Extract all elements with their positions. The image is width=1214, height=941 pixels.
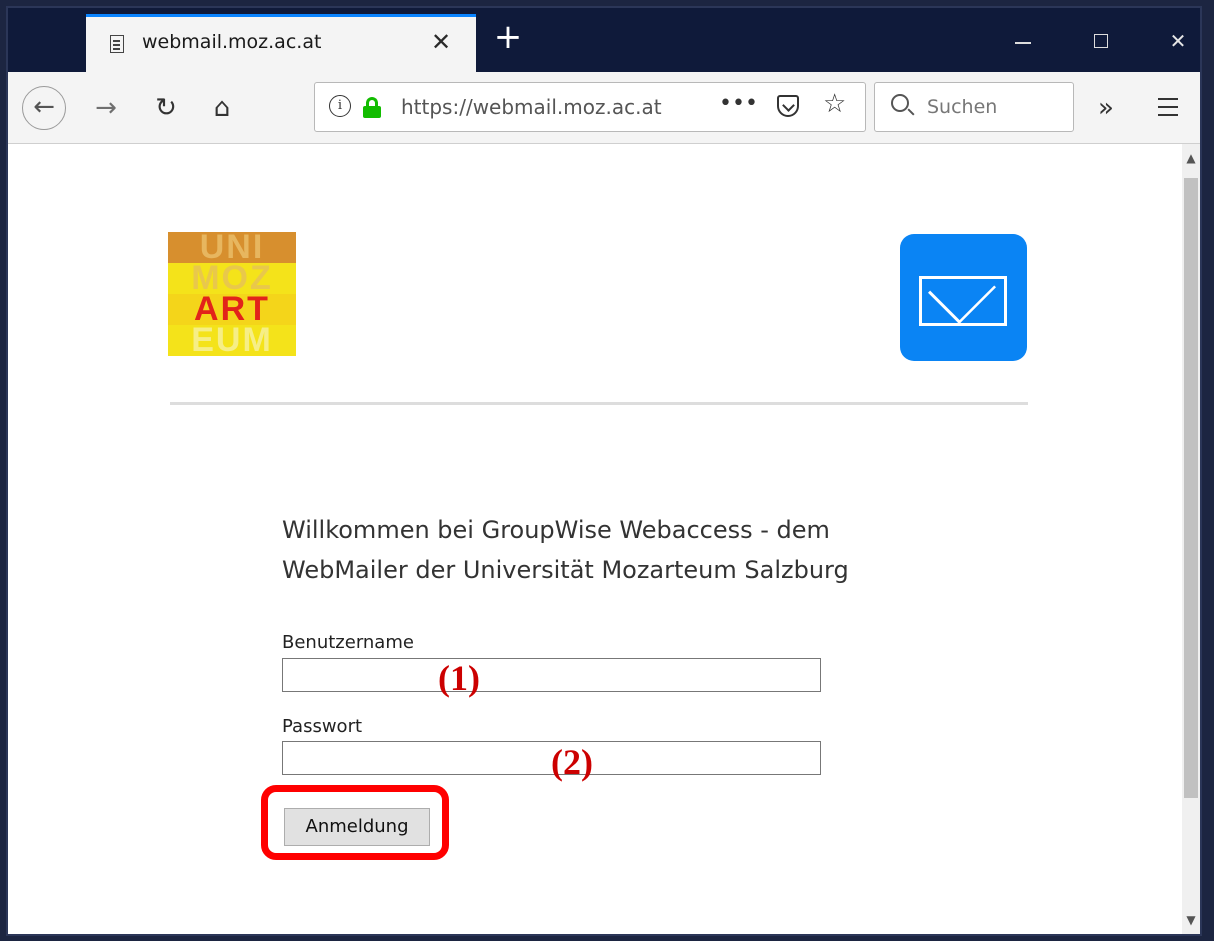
username-label: Benutzername [282, 632, 414, 653]
minimize-icon[interactable] [1003, 26, 1043, 56]
scroll-down-icon[interactable]: ▼ [1182, 910, 1200, 930]
search-icon [891, 94, 909, 112]
navigation-bar: ← → ↻ ⌂ i https://webmail.moz.ac.at ••• … [8, 72, 1200, 144]
url-bar[interactable]: i https://webmail.moz.ac.at ••• ☆ [314, 82, 866, 132]
more-icon[interactable]: ••• [719, 91, 758, 116]
scroll-up-icon[interactable]: ▲ [1182, 148, 1200, 168]
scroll-thumb[interactable] [1184, 178, 1198, 798]
tab-title: webmail.moz.ac.at [142, 31, 322, 53]
window-close-icon[interactable]: ✕ [1158, 26, 1198, 56]
star-icon[interactable]: ☆ [823, 89, 846, 119]
pocket-icon[interactable] [777, 95, 799, 117]
login-button[interactable]: Anmeldung [284, 808, 430, 846]
welcome-text: Willkommen bei GroupWise Webaccess - dem… [282, 510, 922, 590]
close-icon[interactable]: ✕ [426, 27, 456, 57]
username-field[interactable] [282, 658, 821, 692]
menu-icon[interactable] [1148, 88, 1188, 128]
annotation-2: (2) [551, 742, 593, 782]
overflow-icon[interactable]: » [1086, 88, 1126, 128]
mail-icon [900, 234, 1027, 361]
reload-icon[interactable]: ↻ [144, 86, 188, 130]
back-icon[interactable]: ← [22, 86, 66, 130]
welcome-line-2: WebMailer der Universität Mozarteum Salz… [282, 556, 849, 584]
welcome-line-1: Willkommen bei GroupWise Webaccess - dem [282, 516, 830, 544]
divider [170, 402, 1028, 405]
envelope-icon [919, 276, 1007, 326]
info-icon[interactable]: i [329, 95, 351, 117]
tab-webmail[interactable]: webmail.moz.ac.at ✕ [86, 14, 476, 72]
maximize-icon[interactable] [1081, 26, 1121, 56]
search-input[interactable]: Suchen [874, 82, 1074, 132]
plus-icon[interactable]: + [488, 18, 528, 58]
search-placeholder: Suchen [927, 96, 998, 118]
tab-strip: webmail.moz.ac.at ✕ + ✕ [8, 8, 1200, 72]
lock-icon[interactable] [363, 97, 381, 118]
scrollbar[interactable]: ▲ ▼ [1182, 144, 1200, 934]
annotation-1: (1) [438, 658, 480, 698]
page-icon [110, 35, 124, 53]
url-text[interactable]: https://webmail.moz.ac.at [401, 95, 669, 119]
forward-icon[interactable]: → [84, 86, 128, 130]
logo-row: EUM [168, 323, 296, 356]
browser-window: webmail.moz.ac.at ✕ + ✕ ← → ↻ ⌂ i https:… [0, 0, 1214, 941]
mozarteum-logo: UNI MOZ ART EUM [168, 232, 296, 356]
password-label: Passwort [282, 716, 363, 737]
home-icon[interactable]: ⌂ [200, 86, 244, 130]
